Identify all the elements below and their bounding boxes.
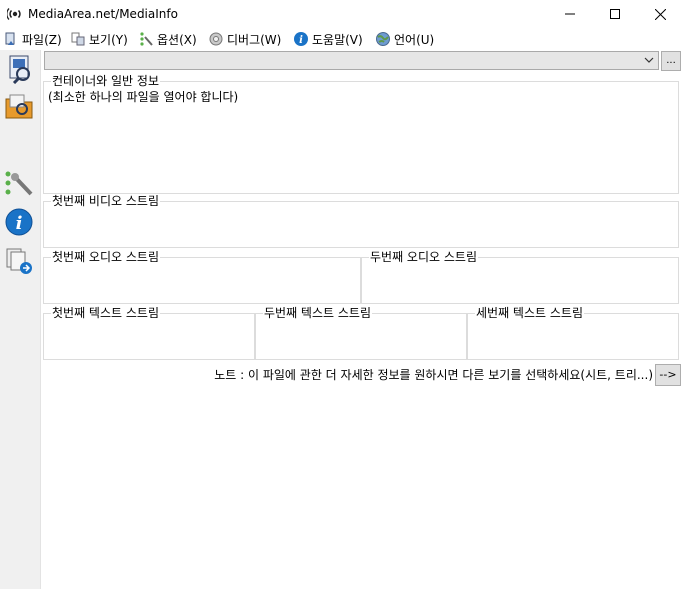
svg-text:i: i xyxy=(299,35,303,46)
other-view-button[interactable]: --> xyxy=(655,364,681,386)
menu-help[interactable]: i 도움말(V) xyxy=(293,28,363,50)
audio-stream-1-group: 첫번째 오디오 스트림 xyxy=(43,250,361,304)
open-file-button[interactable] xyxy=(2,52,36,86)
menu-options[interactable]: 옵션(X) xyxy=(138,28,197,50)
text-stream-2-group: 두번째 텍스트 스트림 xyxy=(255,306,467,360)
text-stream-3-group: 세번째 텍스트 스트림 xyxy=(467,306,679,360)
view-icon xyxy=(70,31,86,47)
general-info-title: 컨테이너와 일반 정보 xyxy=(51,74,160,88)
menu-bar: 파일(Z) 보기(Y) 옵션(X) 디버그(W) i 도움말(V) 언어(U) xyxy=(0,28,683,50)
menu-debug-label: 디버그(W) xyxy=(227,32,282,47)
open-folder-icon xyxy=(5,94,33,119)
note-text: 노트 : 이 파일에 관한 더 자세한 정보를 원하시면 다른 보기를 선택하세… xyxy=(214,368,653,382)
video-stream-1-title: 첫번째 비디오 스트림 xyxy=(51,194,160,208)
options-icon xyxy=(138,31,154,47)
preferences-button[interactable] xyxy=(2,166,36,200)
audio-stream-2-group: 두번째 오디오 스트림 xyxy=(361,250,679,304)
text-stream-1-title: 첫번째 텍스트 스트림 xyxy=(51,306,160,320)
maximize-button[interactable] xyxy=(592,0,638,28)
language-icon xyxy=(375,31,391,47)
about-icon: i xyxy=(5,208,33,236)
browse-button[interactable]: ... xyxy=(661,51,681,71)
menu-language[interactable]: 언어(U) xyxy=(375,28,434,50)
side-toolbar: i xyxy=(0,50,41,589)
general-info-text: (최소한 하나의 파일을 열어야 합니다) xyxy=(48,90,239,104)
general-info-group: 컨테이너와 일반 정보 (최소한 하나의 파일을 열어야 합니다) xyxy=(43,74,679,194)
menu-options-label: 옵션(X) xyxy=(157,32,197,47)
open-folder-button[interactable] xyxy=(2,89,36,123)
export-icon xyxy=(6,248,32,274)
text-stream-1-group: 첫번째 텍스트 스트림 xyxy=(43,306,255,360)
audio-stream-2-title: 두번째 오디오 스트림 xyxy=(369,250,478,264)
menu-file[interactable]: 파일(Z) xyxy=(3,28,62,50)
close-icon xyxy=(654,8,666,20)
file-select-combo[interactable] xyxy=(44,51,659,70)
debug-icon xyxy=(208,31,224,47)
minimize-button[interactable] xyxy=(547,0,593,28)
title-bar: MediaArea.net/MediaInfo xyxy=(0,0,683,28)
menu-language-label: 언어(U) xyxy=(394,32,435,47)
menu-view-label: 보기(Y) xyxy=(89,32,128,47)
video-stream-1-group: 첫번째 비디오 스트림 xyxy=(43,194,679,248)
text-stream-3-title: 세번째 텍스트 스트림 xyxy=(475,306,584,320)
menu-help-label: 도움말(V) xyxy=(312,32,363,47)
minimize-icon xyxy=(565,13,575,15)
svg-text:i: i xyxy=(16,213,23,234)
close-button[interactable] xyxy=(637,0,683,28)
help-icon: i xyxy=(293,31,309,47)
mediainfo-app-icon xyxy=(6,6,23,22)
menu-debug[interactable]: 디버그(W) xyxy=(208,28,281,50)
export-button[interactable] xyxy=(2,244,36,278)
open-file-icon xyxy=(9,55,30,84)
file-icon xyxy=(3,31,19,47)
menu-file-label: 파일(Z) xyxy=(22,32,62,47)
menu-view[interactable]: 보기(Y) xyxy=(70,28,128,50)
window-title: MediaArea.net/MediaInfo xyxy=(28,7,178,21)
about-button[interactable]: i xyxy=(2,205,36,239)
text-stream-2-title: 두번째 텍스트 스트림 xyxy=(263,306,372,320)
maximize-icon xyxy=(610,9,620,19)
chevron-down-icon xyxy=(644,57,654,63)
audio-stream-1-title: 첫번째 오디오 스트림 xyxy=(51,250,160,264)
preferences-icon xyxy=(5,171,33,196)
